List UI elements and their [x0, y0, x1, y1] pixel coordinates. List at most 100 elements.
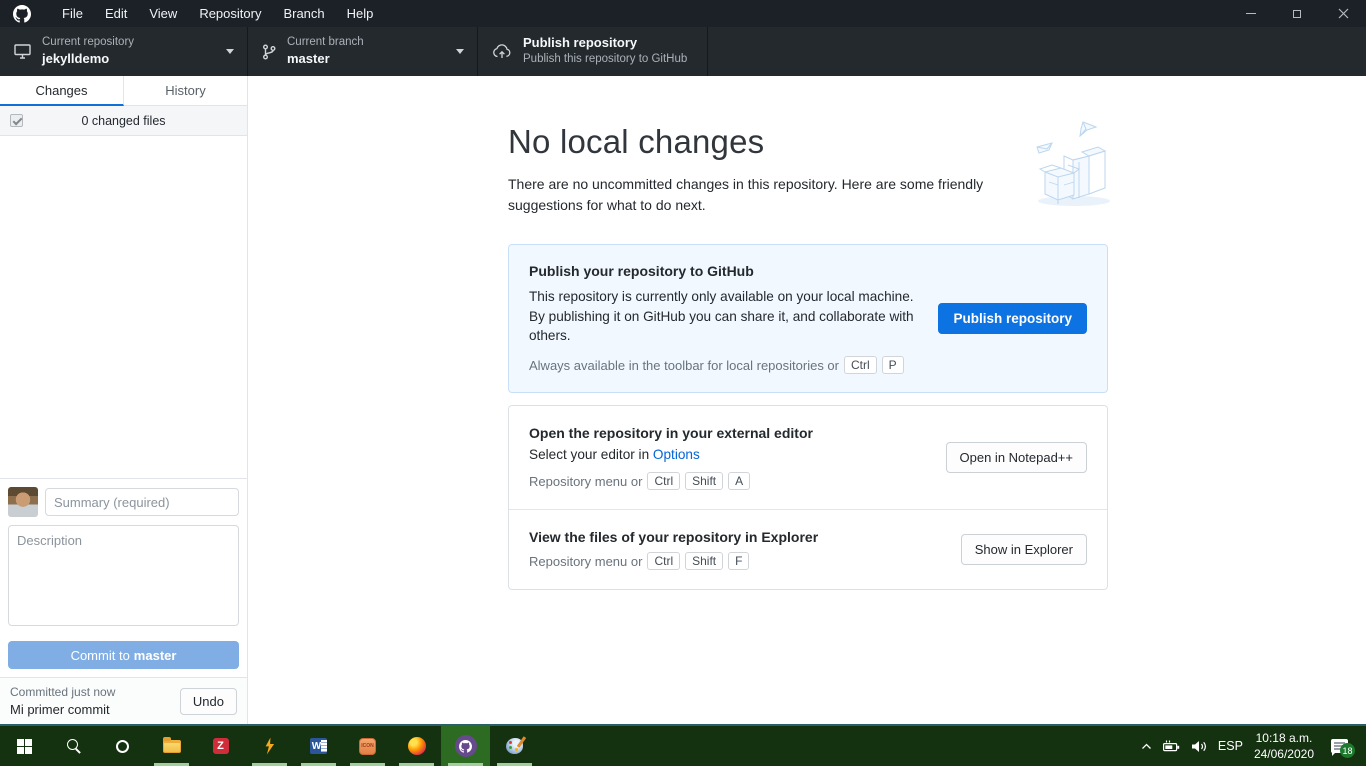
commit-to-master-button[interactable]: Commit tomaster [8, 641, 239, 669]
window-controls [1228, 0, 1366, 27]
tab-history[interactable]: History [124, 76, 247, 106]
select-all-checkbox[interactable] [10, 114, 23, 127]
close-icon [1338, 8, 1349, 19]
taskbar-file-explorer[interactable] [147, 726, 196, 766]
firefox-icon [408, 737, 426, 755]
open-in-notepad-button[interactable]: Open in Notepad++ [946, 442, 1087, 473]
folder-icon [163, 740, 181, 753]
current-repository-value: jekylldemo [42, 51, 134, 68]
github-desktop-window: File Edit View Repository Branch Help Cu… [0, 0, 1366, 726]
kbd-shift: Shift [685, 472, 723, 490]
kbd-f: F [728, 552, 749, 570]
menu-view[interactable]: View [138, 0, 188, 27]
commit-summary-input[interactable] [45, 488, 239, 516]
publish-card-hint: Always available in the toolbar for loca… [529, 358, 839, 373]
committed-status: Committed just now [10, 685, 180, 699]
menu-repository[interactable]: Repository [188, 0, 272, 27]
open-editor-section: Open the repository in your external edi… [509, 406, 1107, 509]
publish-title: Publish repository [523, 35, 687, 52]
taskbar-word[interactable]: W [294, 726, 343, 766]
sidebar-tabs: Changes History [0, 76, 247, 106]
options-link[interactable]: Options [653, 447, 700, 462]
menu-bar: File Edit View Repository Branch Help [0, 0, 1366, 27]
publish-repository-toolbar-button[interactable]: Publish repository Publish this reposito… [478, 27, 708, 76]
system-tray: ESP 10:18 a.m. 24/06/2020 18 [1141, 726, 1366, 766]
chevron-down-icon [456, 49, 464, 54]
zotero-icon: Z [213, 738, 229, 754]
explorer-hint: Repository menu or [529, 554, 642, 569]
search-icon [67, 739, 81, 753]
menu-file[interactable]: File [51, 0, 94, 27]
page-title: No local changes [508, 123, 1108, 161]
current-repository-dropdown[interactable]: Current repository jekylldemo [0, 27, 248, 76]
speaker-icon[interactable] [1191, 740, 1207, 753]
taskbar-icon-app[interactable]: ICON [343, 726, 392, 766]
clock[interactable]: 10:18 a.m. 24/06/2020 [1254, 730, 1314, 762]
minimize-button[interactable] [1228, 0, 1274, 27]
taskbar-search-button[interactable] [49, 726, 98, 766]
current-branch-dropdown[interactable]: Current branch master [248, 27, 478, 76]
menu-edit[interactable]: Edit [94, 0, 138, 27]
lightning-icon [264, 738, 276, 755]
taskbar-cortana-button[interactable] [98, 726, 147, 766]
battery-icon[interactable] [1163, 740, 1180, 752]
menu-help[interactable]: Help [336, 0, 385, 27]
suggestions-card: Open the repository in your external edi… [508, 405, 1108, 590]
tray-time: 10:18 a.m. [1254, 730, 1314, 746]
show-in-explorer-button[interactable]: Show in Explorer [961, 534, 1087, 565]
current-repository-label: Current repository [42, 35, 134, 51]
current-branch-value: master [287, 51, 364, 68]
kbd-p: P [882, 356, 904, 374]
word-icon: W [310, 738, 327, 754]
git-branch-icon [262, 44, 276, 60]
undo-button[interactable]: Undo [180, 688, 237, 715]
kbd-ctrl: Ctrl [647, 552, 680, 570]
github-desktop-icon [455, 735, 477, 757]
start-button[interactable] [0, 726, 49, 766]
main-panel: No local changes There are no uncommitte… [248, 76, 1366, 724]
publish-suggestion-card: Publish your repository to GitHub This r… [508, 244, 1108, 393]
cloud-upload-icon [492, 43, 512, 60]
tray-chevron-up-icon[interactable] [1141, 743, 1152, 750]
restore-button[interactable] [1274, 0, 1320, 27]
github-logo-icon [13, 5, 31, 23]
changed-files-count: 0 changed files [23, 114, 224, 128]
undo-commit-bar: Committed just now Mi primer commit Undo [0, 677, 247, 724]
notification-badge: 18 [1340, 743, 1355, 758]
file-list-empty-area [0, 136, 247, 478]
user-avatar [8, 487, 38, 517]
commit-description-input[interactable] [8, 525, 239, 626]
language-indicator[interactable]: ESP [1218, 739, 1243, 753]
page-subtitle: There are no uncommitted changes in this… [508, 174, 1010, 216]
explorer-section-title: View the files of your repository in Exp… [529, 529, 943, 545]
kbd-shift: Shift [685, 552, 723, 570]
close-button[interactable] [1320, 0, 1366, 27]
editor-hint: Repository menu or [529, 474, 642, 489]
notification-center-button[interactable]: 18 [1331, 739, 1348, 753]
windows-logo-icon [17, 739, 32, 754]
taskbar-github-desktop[interactable] [441, 726, 490, 766]
toolbar-spacer [708, 27, 1366, 76]
publish-subtitle: Publish this repository to GitHub [523, 52, 687, 68]
tab-changes[interactable]: Changes [0, 76, 124, 106]
taskbar-firefox[interactable] [392, 726, 441, 766]
restore-icon [1293, 10, 1301, 18]
taskbar-paint[interactable] [490, 726, 539, 766]
taskbar-zotero[interactable]: Z [196, 726, 245, 766]
icon-app-icon: ICON [359, 738, 376, 755]
publish-repository-button[interactable]: Publish repository [938, 303, 1087, 334]
changed-files-row: 0 changed files [0, 106, 247, 136]
kbd-ctrl: Ctrl [647, 472, 680, 490]
select-editor-text: Select your editor in [529, 447, 649, 462]
taskbar-winamp[interactable] [245, 726, 294, 766]
show-explorer-section: View the files of your repository in Exp… [509, 509, 1107, 589]
commit-form: Commit tomaster [0, 478, 247, 677]
chevron-down-icon [226, 49, 234, 54]
commit-button-prefix: Commit to [71, 648, 130, 663]
sidebar: Changes History 0 changed files Commit t… [0, 76, 248, 724]
kbd-a: A [728, 472, 750, 490]
kbd-ctrl: Ctrl [844, 356, 877, 374]
menu-branch[interactable]: Branch [272, 0, 335, 27]
windows-taskbar: Z W ICON ESP 10:18 a.m. 24/06/2020 18 [0, 726, 1366, 766]
minimize-icon [1246, 13, 1256, 14]
